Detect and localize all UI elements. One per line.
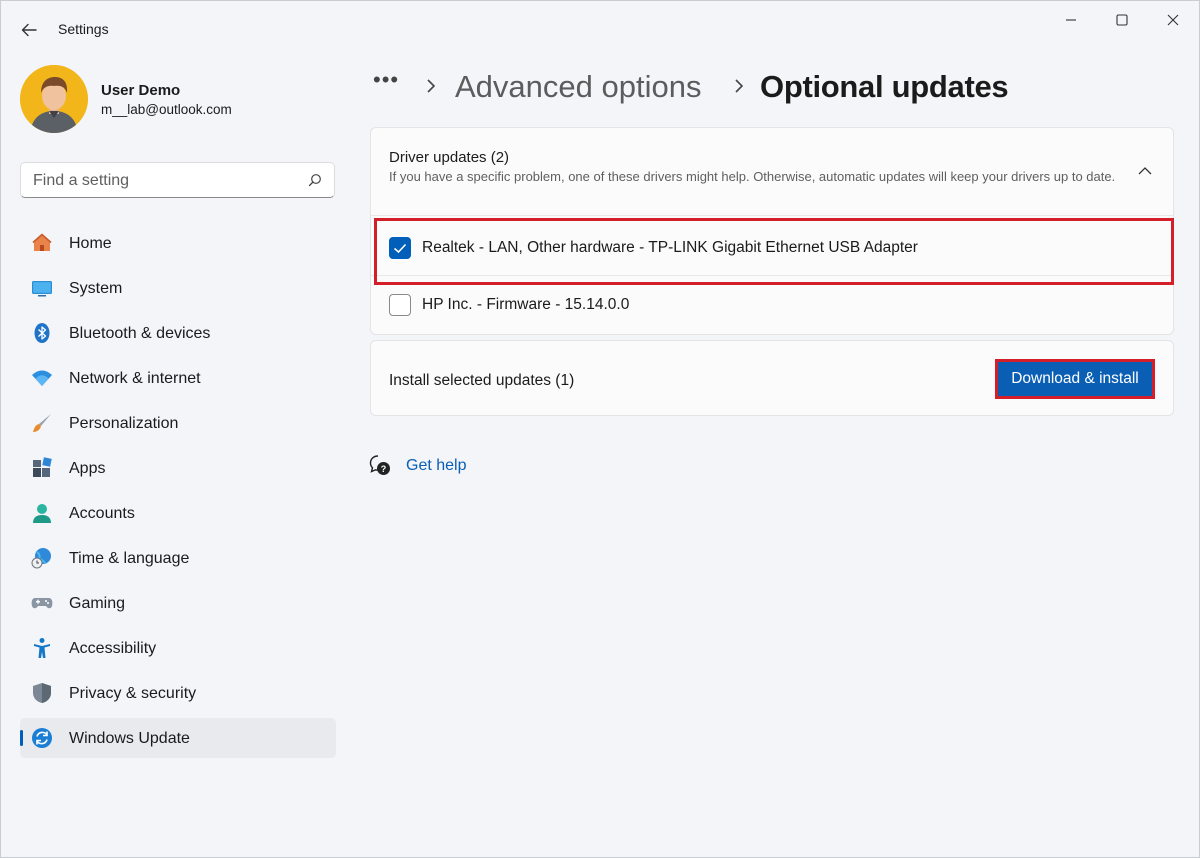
driver-label: HP Inc. - Firmware - 15.14.0.0 xyxy=(422,296,630,313)
sidebar-item-label: Privacy & security xyxy=(69,685,197,702)
driver-label: Realtek - LAN, Other hardware - TP-LINK … xyxy=(422,239,918,256)
sidebar-item-apps[interactable]: Apps xyxy=(20,448,336,488)
sidebar-item-gaming[interactable]: Gaming xyxy=(20,583,336,623)
avatar[interactable] xyxy=(20,65,88,133)
divider xyxy=(371,215,1173,216)
back-arrow-icon xyxy=(21,23,37,37)
driver-row[interactable]: HP Inc. - Firmware - 15.14.0.0 xyxy=(371,276,1173,332)
title-bar: Settings xyxy=(1,1,1199,57)
settings-window: Settings User Demo m__lab@outlook.com Fi… xyxy=(0,0,1200,858)
sidebar-item-label: Windows Update xyxy=(69,730,190,747)
globe-clock-icon xyxy=(31,548,51,569)
download-install-button[interactable]: Download & install xyxy=(995,359,1155,399)
breadcrumb-more-button[interactable]: ••• xyxy=(373,67,399,93)
chevron-right-icon xyxy=(427,79,436,93)
search-box[interactable] xyxy=(20,162,335,198)
sidebar-item-label: Gaming xyxy=(69,595,126,612)
accounts-icon xyxy=(33,504,51,523)
shield-icon xyxy=(33,683,51,703)
app-title: Settings xyxy=(58,21,109,37)
sidebar-item-home[interactable]: Home xyxy=(20,223,336,263)
sidebar-item-label: Network & internet xyxy=(69,370,201,387)
sidebar-item-privacy-security[interactable]: Privacy & security xyxy=(20,673,336,713)
bluetooth-icon xyxy=(34,323,50,343)
minimize-icon xyxy=(1066,19,1076,21)
home-icon xyxy=(32,233,52,251)
accessibility-icon xyxy=(34,638,50,658)
wifi-icon xyxy=(32,370,52,386)
user-email: m__lab@outlook.com xyxy=(101,102,232,117)
back-button[interactable] xyxy=(15,17,43,43)
sidebar-item-label: Accounts xyxy=(69,505,135,522)
help-chat-icon: ? xyxy=(369,455,390,475)
install-selected-label: Install selected updates (1) xyxy=(389,372,575,389)
close-button[interactable] xyxy=(1150,7,1196,33)
sidebar-item-accounts[interactable]: Accounts xyxy=(20,493,336,533)
driver-checkbox[interactable] xyxy=(389,294,411,316)
sidebar-nav: Home System Bluetooth & devices Network … xyxy=(20,223,336,763)
driver-updates-card: Driver updates (2) If you have a specifi… xyxy=(370,127,1174,335)
user-avatar-icon xyxy=(20,65,88,133)
sidebar-item-system[interactable]: System xyxy=(20,268,336,308)
sidebar-item-time-language[interactable]: Time & language xyxy=(20,538,336,578)
sidebar-item-personalization[interactable]: Personalization xyxy=(20,403,336,443)
sidebar-item-label: Apps xyxy=(69,460,106,477)
sidebar-item-windows-update[interactable]: Windows Update xyxy=(20,718,336,758)
search-input[interactable] xyxy=(33,170,293,192)
sidebar-item-label: System xyxy=(69,280,123,297)
driver-updates-title: Driver updates (2) xyxy=(389,149,510,166)
page-title: Optional updates xyxy=(760,69,1009,104)
sidebar-item-label: Time & language xyxy=(69,550,190,567)
sidebar-item-label: Accessibility xyxy=(69,640,157,657)
sidebar-item-label: Personalization xyxy=(69,415,179,432)
maximize-icon xyxy=(1116,14,1128,26)
apps-icon xyxy=(33,457,52,477)
gamepad-icon xyxy=(31,598,53,609)
sidebar-item-network[interactable]: Network & internet xyxy=(20,358,336,398)
sidebar-item-label: Home xyxy=(69,235,112,252)
driver-checkbox[interactable] xyxy=(389,237,411,259)
sidebar-item-label: Bluetooth & devices xyxy=(69,325,211,342)
svg-text:?: ? xyxy=(381,464,387,474)
user-name: User Demo xyxy=(101,82,181,99)
search-icon xyxy=(308,174,321,187)
chevron-up-icon xyxy=(1138,167,1152,175)
driver-updates-description: If you have a specific problem, one of t… xyxy=(389,169,1116,184)
chevron-right-icon xyxy=(735,79,744,93)
maximize-button[interactable] xyxy=(1099,7,1145,33)
sidebar-item-bluetooth[interactable]: Bluetooth & devices xyxy=(20,313,336,353)
checkmark-icon xyxy=(393,243,407,254)
sidebar-item-accessibility[interactable]: Accessibility xyxy=(20,628,336,668)
close-icon xyxy=(1167,14,1179,26)
brush-icon xyxy=(33,414,51,432)
driver-row[interactable]: Realtek - LAN, Other hardware - TP-LINK … xyxy=(371,219,1173,275)
windows-update-icon xyxy=(32,728,52,748)
collapse-button[interactable] xyxy=(1135,164,1155,178)
breadcrumb-parent-link[interactable]: Advanced options xyxy=(455,69,701,105)
system-icon xyxy=(32,281,52,297)
get-help-link[interactable]: Get help xyxy=(406,457,466,475)
minimize-button[interactable] xyxy=(1048,7,1094,33)
